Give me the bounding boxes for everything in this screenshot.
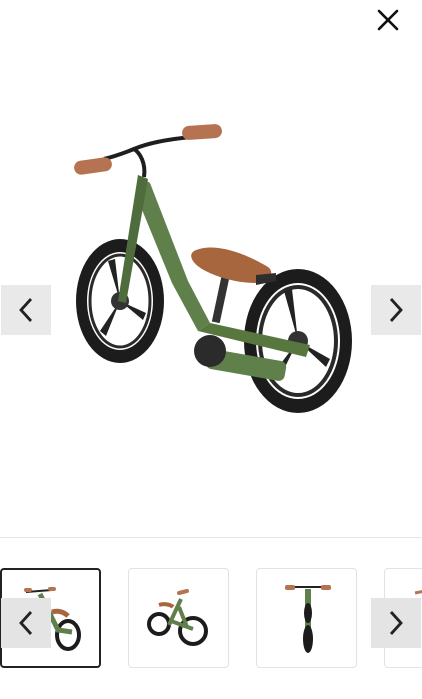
previous-image-button[interactable] [1, 285, 51, 335]
close-icon [377, 9, 399, 31]
product-image-balance-bike[interactable] [60, 105, 370, 425]
thumbnail-image-balance-bike-front [285, 585, 331, 653]
bike-handlebar [74, 124, 222, 178]
thumbnail-image-balance-bike-side [147, 589, 208, 646]
chevron-left-icon [19, 611, 33, 635]
chevron-right-icon [389, 298, 403, 322]
divider [0, 537, 422, 538]
close-button[interactable] [372, 4, 404, 36]
chevron-right-icon [389, 611, 403, 635]
thumbnails-next-button[interactable] [371, 598, 421, 648]
chevron-left-icon [19, 298, 33, 322]
thumbnails-previous-button[interactable] [1, 598, 51, 648]
next-image-button[interactable] [371, 285, 421, 335]
thumbnail-2[interactable] [128, 568, 229, 668]
balance-bike-image [74, 124, 352, 413]
image-viewer [0, 40, 422, 534]
thumbnail-strip [0, 567, 422, 669]
thumbnail-3[interactable] [256, 568, 357, 668]
